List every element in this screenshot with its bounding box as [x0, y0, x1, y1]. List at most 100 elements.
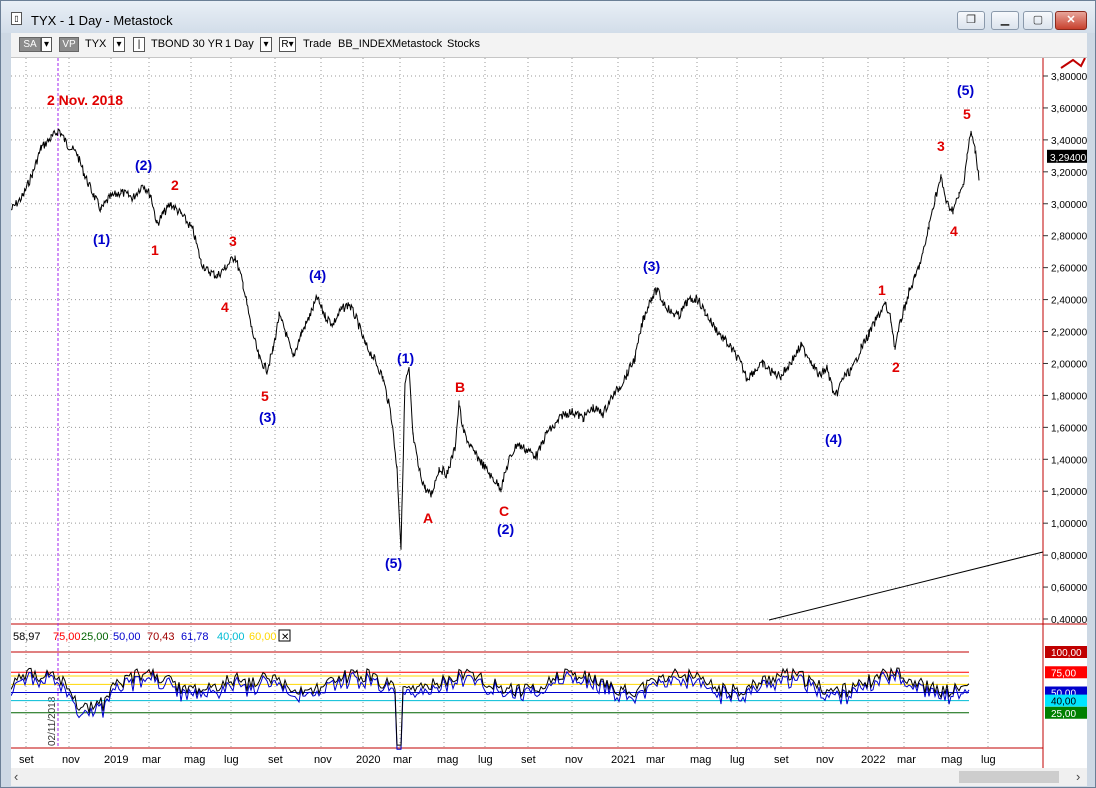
- scroll-right-icon[interactable]: ›: [1076, 769, 1080, 784]
- time-tick-label: mag: [437, 754, 458, 766]
- wave-label-red: 4: [950, 223, 958, 239]
- wave-label-blue: (3): [643, 258, 660, 274]
- indicator-value: 61,78: [181, 631, 209, 643]
- time-tick-label: lug: [224, 754, 239, 766]
- time-tick-label: lug: [981, 754, 996, 766]
- r-button[interactable]: R▾: [279, 37, 296, 52]
- timeframe-dropdown-icon[interactable]: ▾: [260, 37, 272, 52]
- price-tick-label: 3,40000: [1051, 136, 1087, 147]
- type-label: Stocks: [447, 38, 481, 50]
- oscillator-tick-label: 40,00: [1051, 697, 1076, 708]
- time-tick-label: set: [521, 754, 536, 766]
- price-chart-svg[interactable]: 3,80000 3,60000 3,40000 3,20000 3,00000 2,800…: [11, 58, 1087, 768]
- time-tick-label: 2021: [611, 754, 635, 766]
- source-label: BB_INDEX: [338, 38, 393, 50]
- wave-label-red: 4: [221, 299, 229, 315]
- close-icon[interactable]: ✕: [1055, 11, 1087, 30]
- last-value-label: 3,29400: [1050, 153, 1087, 164]
- price-tick-label: 3,00000: [1051, 200, 1087, 211]
- horizontal-scrollbar[interactable]: ‹ ›: [11, 768, 1087, 786]
- price-tick-label: 1,80000: [1051, 391, 1087, 402]
- time-tick-label: mar: [897, 754, 916, 766]
- wave-label-red: C: [499, 503, 509, 519]
- price-tick-label: 1,20000: [1051, 487, 1087, 498]
- wave-label-red: 5: [963, 106, 971, 122]
- scroll-thumb[interactable]: [959, 771, 1059, 783]
- indicator-value: 50,00: [113, 631, 141, 643]
- wave-label-blue: (2): [135, 157, 152, 173]
- price-tick-label: 3,60000: [1051, 104, 1087, 115]
- wave-label-blue: (3): [259, 409, 276, 425]
- vp-button[interactable]: VP: [59, 37, 79, 52]
- time-tick-label: 2020: [356, 754, 380, 766]
- trade-label: Trade: [303, 38, 332, 50]
- restore-icon[interactable]: ❐: [957, 11, 985, 30]
- app-window: ▯ TYX - 1 Day - Metastock ❐ ▁ ▢ ✕ SA ▾ V…: [0, 0, 1096, 788]
- price-tick-label: 2,60000: [1051, 264, 1087, 275]
- app-icon: ▯: [11, 12, 22, 25]
- wave-label-red: 5: [261, 388, 269, 404]
- indicator-value: 40,00: [217, 631, 245, 643]
- time-tick-label: nov: [314, 754, 332, 766]
- price-tick-label: 2,80000: [1051, 232, 1087, 243]
- wave-label-red: 1: [151, 242, 159, 258]
- indicator-value: 75,00: [53, 631, 81, 643]
- time-tick-label: lug: [478, 754, 493, 766]
- chart-toolbar: SA ▾ VP TYX ▾ | TBOND 30 YR 1 Day ▾ R▾ T…: [11, 33, 1087, 58]
- price-tick-label: 2,20000: [1051, 328, 1087, 339]
- security-icon[interactable]: |: [133, 37, 145, 52]
- time-tick-label: nov: [816, 754, 834, 766]
- wave-label-red: 2: [892, 359, 900, 375]
- time-tick-label: set: [268, 754, 283, 766]
- date-annotation: 2 Nov. 2018: [47, 92, 123, 108]
- price-tick-label: 0,60000: [1051, 583, 1087, 594]
- chart-tool-icon: [1060, 58, 1086, 69]
- vertical-date-label: 02/11/2018: [47, 696, 58, 746]
- wave-label-red: 2: [171, 177, 179, 193]
- close-icon: ✕: [281, 632, 289, 643]
- price-tick-label: 1,00000: [1051, 519, 1087, 530]
- security-name: TBOND 30 YR: [151, 38, 223, 50]
- time-tick-label: 2019: [104, 754, 128, 766]
- wave-label-red: 3: [937, 138, 945, 154]
- price-tick-label: 3,20000: [1051, 168, 1087, 179]
- trend-line: [768, 551, 1044, 621]
- maximize-icon[interactable]: ▢: [1023, 11, 1053, 30]
- time-tick-label: mag: [941, 754, 962, 766]
- wave-label-red: B: [455, 379, 465, 395]
- time-tick-label: set: [774, 754, 789, 766]
- scroll-left-icon[interactable]: ‹: [14, 769, 18, 784]
- oscillator-tick-label: 100,00: [1051, 648, 1082, 659]
- time-tick-label: nov: [565, 754, 583, 766]
- sa-dropdown-icon[interactable]: ▾: [41, 37, 52, 52]
- indicator-value: 25,00: [81, 631, 109, 643]
- time-tick-label: set: [19, 754, 34, 766]
- price-tick-label: 0,40000: [1051, 615, 1087, 626]
- indicator-value: 60,00: [249, 631, 277, 643]
- price-tick-label: 2,40000: [1051, 296, 1087, 307]
- indicator-value: 70,43: [147, 631, 175, 643]
- price-tick-label: 1,40000: [1051, 455, 1087, 466]
- wave-label-blue: (1): [93, 231, 110, 247]
- oscillator-signal-line: [11, 668, 970, 750]
- indicator-value: 58,97: [13, 631, 41, 643]
- symbol-dropdown-icon[interactable]: ▾: [113, 37, 125, 52]
- time-tick-label: mar: [646, 754, 665, 766]
- price-series-line: [11, 128, 980, 550]
- wave-label-blue: (4): [309, 267, 326, 283]
- window-title: TYX - 1 Day - Metastock: [31, 13, 173, 28]
- oscillator-tick-label: 25,00: [1051, 709, 1076, 720]
- time-tick-label: nov: [62, 754, 80, 766]
- wave-label-blue: (4): [825, 431, 842, 447]
- timeframe-label: 1 Day: [225, 38, 254, 50]
- sa-button[interactable]: SA: [19, 37, 41, 52]
- symbol-label: TYX: [85, 38, 107, 50]
- minimize-icon[interactable]: ▁: [991, 11, 1019, 30]
- wave-label-red: 3: [229, 233, 237, 249]
- chart-area[interactable]: 3,80000 3,60000 3,40000 3,20000 3,00000 2,800…: [11, 58, 1087, 768]
- wave-label-blue: (2): [497, 521, 514, 537]
- price-tick-label: 1,60000: [1051, 423, 1087, 434]
- price-tick-label: 3,80000: [1051, 72, 1087, 83]
- oscillator-tick-label: 75,00: [1051, 668, 1076, 679]
- oscillator-main-line: [11, 667, 970, 746]
